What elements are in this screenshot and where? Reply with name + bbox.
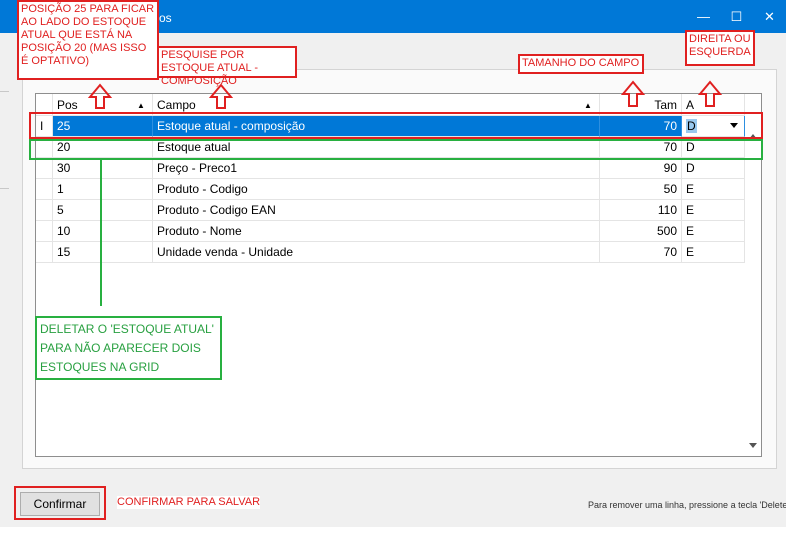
up-arrow-icon [87,83,113,109]
up-arrow-icon [620,80,646,107]
annotation-arrows [87,80,723,109]
up-arrow-icon [208,83,234,109]
up-arrow-icon [697,80,723,107]
